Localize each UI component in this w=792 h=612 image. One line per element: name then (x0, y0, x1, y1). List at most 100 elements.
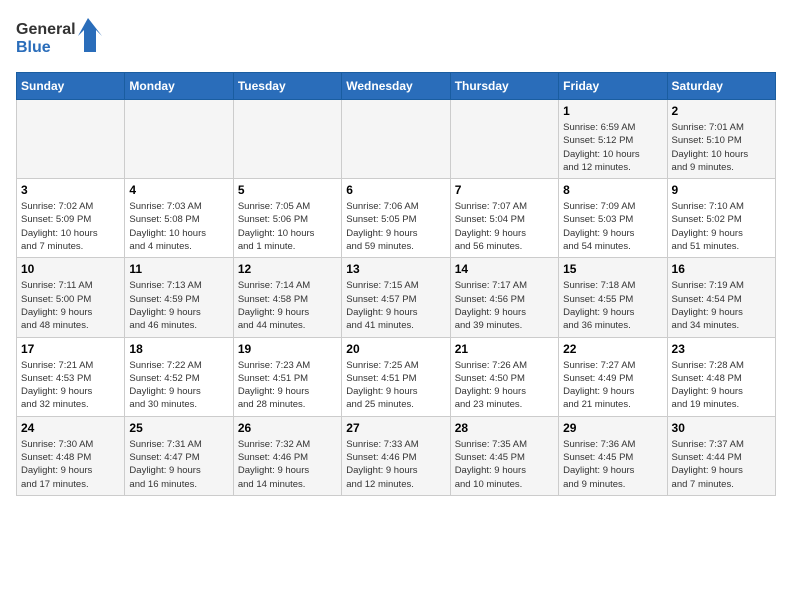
calendar-cell: 4 Sunrise: 7:03 AM Sunset: 5:08 PM Daylig… (125, 179, 233, 258)
day-info: Sunrise: 7:25 AM Sunset: 4:51 PM Dayligh… (346, 359, 445, 412)
weekday-header-cell: Saturday (667, 73, 775, 100)
day-info: Sunrise: 7:03 AM Sunset: 5:08 PM Dayligh… (129, 200, 228, 253)
calendar-cell: 11 Sunrise: 7:13 AM Sunset: 4:59 PM Dayli… (125, 258, 233, 337)
day-info: Sunrise: 7:05 AM Sunset: 5:06 PM Dayligh… (238, 200, 337, 253)
day-number: 22 (563, 342, 662, 356)
day-info: Sunrise: 7:07 AM Sunset: 5:04 PM Dayligh… (455, 200, 554, 253)
calendar-cell: 24Sunrise: 7:30 AM Sunset: 4:48 PM Dayli… (17, 416, 125, 495)
day-info: Sunrise: 7:21 AM Sunset: 4:53 PM Dayligh… (21, 359, 120, 412)
day-number: 7 (455, 183, 554, 197)
day-info: Sunrise: 7:22 AM Sunset: 4:52 PM Dayligh… (129, 359, 228, 412)
calendar-cell: 20 Sunrise: 7:25 AM Sunset: 4:51 PM Dayli… (342, 337, 450, 416)
day-info: Sunrise: 7:37 AM Sunset: 4:44 PM Dayligh… (672, 438, 771, 491)
day-number: 16 (672, 262, 771, 276)
calendar-week-row: 24Sunrise: 7:30 AM Sunset: 4:48 PM Dayli… (17, 416, 776, 495)
calendar-cell: 28Sunrise: 7:35 AM Sunset: 4:45 PM Dayli… (450, 416, 558, 495)
logo-svg: GeneralBlue (16, 16, 106, 60)
calendar-week-row: 1Sunrise: 6:59 AM Sunset: 5:12 PM Daylig… (17, 100, 776, 179)
calendar-cell: 17 Sunrise: 7:21 AM Sunset: 4:53 PM Dayli… (17, 337, 125, 416)
calendar-cell: 16Sunrise: 7:19 AM Sunset: 4:54 PM Dayli… (667, 258, 775, 337)
calendar-cell: 22 Sunrise: 7:27 AM Sunset: 4:49 PM Dayli… (559, 337, 667, 416)
day-number: 14 (455, 262, 554, 276)
calendar-cell: 2 Sunrise: 7:01 AM Sunset: 5:10 PM Daylig… (667, 100, 775, 179)
day-number: 8 (563, 183, 662, 197)
calendar-cell: 19 Sunrise: 7:23 AM Sunset: 4:51 PM Dayli… (233, 337, 341, 416)
day-info: Sunrise: 7:27 AM Sunset: 4:49 PM Dayligh… (563, 359, 662, 412)
calendar-cell: 5 Sunrise: 7:05 AM Sunset: 5:06 PM Daylig… (233, 179, 341, 258)
calendar-body: 1Sunrise: 6:59 AM Sunset: 5:12 PM Daylig… (17, 100, 776, 496)
day-info: Sunrise: 7:31 AM Sunset: 4:47 PM Dayligh… (129, 438, 228, 491)
day-info: Sunrise: 7:33 AM Sunset: 4:46 PM Dayligh… (346, 438, 445, 491)
calendar-cell: 10 Sunrise: 7:11 AM Sunset: 5:00 PM Dayli… (17, 258, 125, 337)
day-number: 19 (238, 342, 337, 356)
day-number: 25 (129, 421, 228, 435)
day-number: 27 (346, 421, 445, 435)
calendar-cell: 26Sunrise: 7:32 AM Sunset: 4:46 PM Dayli… (233, 416, 341, 495)
day-info: Sunrise: 7:10 AM Sunset: 5:02 PM Dayligh… (672, 200, 771, 253)
logo: GeneralBlue (16, 16, 106, 60)
day-number: 23 (672, 342, 771, 356)
calendar-cell (17, 100, 125, 179)
calendar-cell: 3 Sunrise: 7:02 AM Sunset: 5:09 PM Daylig… (17, 179, 125, 258)
day-number: 18 (129, 342, 228, 356)
weekday-header-cell: Sunday (17, 73, 125, 100)
day-info: Sunrise: 7:15 AM Sunset: 4:57 PM Dayligh… (346, 279, 445, 332)
day-info: Sunrise: 7:13 AM Sunset: 4:59 PM Dayligh… (129, 279, 228, 332)
day-number: 12 (238, 262, 337, 276)
weekday-header-cell: Tuesday (233, 73, 341, 100)
weekday-header-cell: Thursday (450, 73, 558, 100)
day-info: Sunrise: 7:36 AM Sunset: 4:45 PM Dayligh… (563, 438, 662, 491)
calendar-cell: 7 Sunrise: 7:07 AM Sunset: 5:04 PM Daylig… (450, 179, 558, 258)
day-info: Sunrise: 7:01 AM Sunset: 5:10 PM Dayligh… (672, 121, 771, 174)
calendar-week-row: 10 Sunrise: 7:11 AM Sunset: 5:00 PM Dayli… (17, 258, 776, 337)
calendar-cell: 13 Sunrise: 7:15 AM Sunset: 4:57 PM Dayli… (342, 258, 450, 337)
day-info: Sunrise: 7:28 AM Sunset: 4:48 PM Dayligh… (672, 359, 771, 412)
calendar-cell: 23 Sunrise: 7:28 AM Sunset: 4:48 PM Dayli… (667, 337, 775, 416)
day-number: 29 (563, 421, 662, 435)
day-number: 5 (238, 183, 337, 197)
calendar-cell: 14 Sunrise: 7:17 AM Sunset: 4:56 PM Dayli… (450, 258, 558, 337)
day-info: Sunrise: 7:26 AM Sunset: 4:50 PM Dayligh… (455, 359, 554, 412)
day-info: Sunrise: 7:02 AM Sunset: 5:09 PM Dayligh… (21, 200, 120, 253)
day-number: 20 (346, 342, 445, 356)
calendar-cell: 1Sunrise: 6:59 AM Sunset: 5:12 PM Daylig… (559, 100, 667, 179)
day-info: Sunrise: 6:59 AM Sunset: 5:12 PM Dayligh… (563, 121, 662, 174)
day-number: 3 (21, 183, 120, 197)
day-number: 9 (672, 183, 771, 197)
svg-text:Blue: Blue (16, 39, 51, 56)
weekday-header-cell: Monday (125, 73, 233, 100)
calendar-cell (342, 100, 450, 179)
calendar-cell: 29 Sunrise: 7:36 AM Sunset: 4:45 PM Dayli… (559, 416, 667, 495)
calendar-cell (450, 100, 558, 179)
day-info: Sunrise: 7:17 AM Sunset: 4:56 PM Dayligh… (455, 279, 554, 332)
page-header: GeneralBlue (16, 16, 776, 60)
day-number: 4 (129, 183, 228, 197)
day-number: 2 (672, 104, 771, 118)
calendar-cell: 30 Sunrise: 7:37 AM Sunset: 4:44 PM Dayli… (667, 416, 775, 495)
weekday-header-cell: Wednesday (342, 73, 450, 100)
day-number: 21 (455, 342, 554, 356)
calendar-cell: 18 Sunrise: 7:22 AM Sunset: 4:52 PM Dayli… (125, 337, 233, 416)
calendar-cell (233, 100, 341, 179)
day-info: Sunrise: 7:09 AM Sunset: 5:03 PM Dayligh… (563, 200, 662, 253)
day-number: 28 (455, 421, 554, 435)
day-number: 13 (346, 262, 445, 276)
day-number: 11 (129, 262, 228, 276)
weekday-header-cell: Friday (559, 73, 667, 100)
calendar-cell: 27 Sunrise: 7:33 AM Sunset: 4:46 PM Dayli… (342, 416, 450, 495)
day-info: Sunrise: 7:14 AM Sunset: 4:58 PM Dayligh… (238, 279, 337, 332)
calendar-week-row: 3 Sunrise: 7:02 AM Sunset: 5:09 PM Daylig… (17, 179, 776, 258)
day-info: Sunrise: 7:30 AM Sunset: 4:48 PM Dayligh… (21, 438, 120, 491)
day-info: Sunrise: 7:06 AM Sunset: 5:05 PM Dayligh… (346, 200, 445, 253)
calendar-table: SundayMondayTuesdayWednesdayThursdayFrid… (16, 72, 776, 496)
day-number: 17 (21, 342, 120, 356)
calendar-week-row: 17 Sunrise: 7:21 AM Sunset: 4:53 PM Dayli… (17, 337, 776, 416)
day-number: 10 (21, 262, 120, 276)
day-info: Sunrise: 7:18 AM Sunset: 4:55 PM Dayligh… (563, 279, 662, 332)
day-info: Sunrise: 7:11 AM Sunset: 5:00 PM Dayligh… (21, 279, 120, 332)
calendar-cell: 8 Sunrise: 7:09 AM Sunset: 5:03 PM Daylig… (559, 179, 667, 258)
calendar-cell: 12 Sunrise: 7:14 AM Sunset: 4:58 PM Dayli… (233, 258, 341, 337)
day-info: Sunrise: 7:23 AM Sunset: 4:51 PM Dayligh… (238, 359, 337, 412)
day-number: 30 (672, 421, 771, 435)
calendar-cell: 21 Sunrise: 7:26 AM Sunset: 4:50 PM Dayli… (450, 337, 558, 416)
